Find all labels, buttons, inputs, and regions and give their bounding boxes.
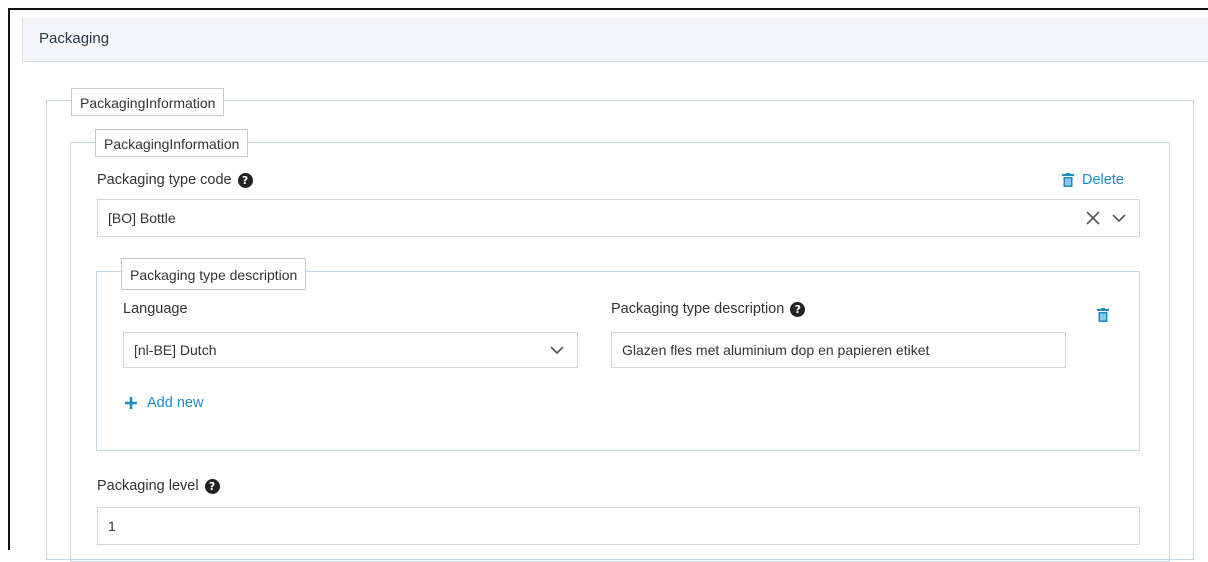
trash-icon xyxy=(1062,173,1074,187)
packaging-level-value: 1 xyxy=(108,518,116,534)
description-label: Packaging type description ? xyxy=(611,301,806,317)
outer-group-legend: PackagingInformation xyxy=(71,88,225,116)
plus-icon xyxy=(125,397,137,409)
packaging-type-code-value: [BO] Bottle xyxy=(108,210,176,226)
packaging-level-input[interactable]: 1 xyxy=(97,507,1140,545)
panel-title: Packaging xyxy=(39,30,110,47)
description-label-text: Packaging type description xyxy=(611,301,785,317)
help-icon[interactable]: ? xyxy=(790,301,806,317)
inner-group-legend: PackagingInformation xyxy=(95,129,249,157)
language-select[interactable]: [nl-BE] Dutch xyxy=(123,332,578,368)
add-new-label: Add new xyxy=(147,395,204,411)
packaging-type-code-label: Packaging type code ? xyxy=(97,172,253,188)
add-new-button[interactable]: Add new xyxy=(124,395,203,411)
packaging-type-code-label-text: Packaging type code xyxy=(97,172,232,188)
packaging-type-code-select[interactable]: [BO] Bottle xyxy=(97,199,1140,237)
language-value: [nl-BE] Dutch xyxy=(134,342,217,358)
description-value: Glazen fles met aluminium dop en papiere… xyxy=(622,342,930,358)
description-input[interactable]: Glazen fles met aluminium dop en papiere… xyxy=(611,332,1066,368)
chevron-down-icon[interactable] xyxy=(550,345,564,355)
description-group-legend: Packaging type description xyxy=(121,258,307,290)
help-icon[interactable]: ? xyxy=(204,478,220,494)
panel-header: Packaging xyxy=(22,18,1208,62)
chevron-down-icon[interactable] xyxy=(1112,213,1126,223)
language-label: Language xyxy=(123,301,188,317)
delete-label: Delete xyxy=(1082,172,1124,188)
packaging-level-label-text: Packaging level xyxy=(97,478,199,494)
clear-icon[interactable] xyxy=(1086,211,1100,225)
help-icon[interactable]: ? xyxy=(237,172,253,188)
delete-button[interactable]: Delete xyxy=(1062,172,1124,188)
trash-icon[interactable] xyxy=(1097,308,1109,322)
packaging-level-label: Packaging level ? xyxy=(97,478,220,494)
